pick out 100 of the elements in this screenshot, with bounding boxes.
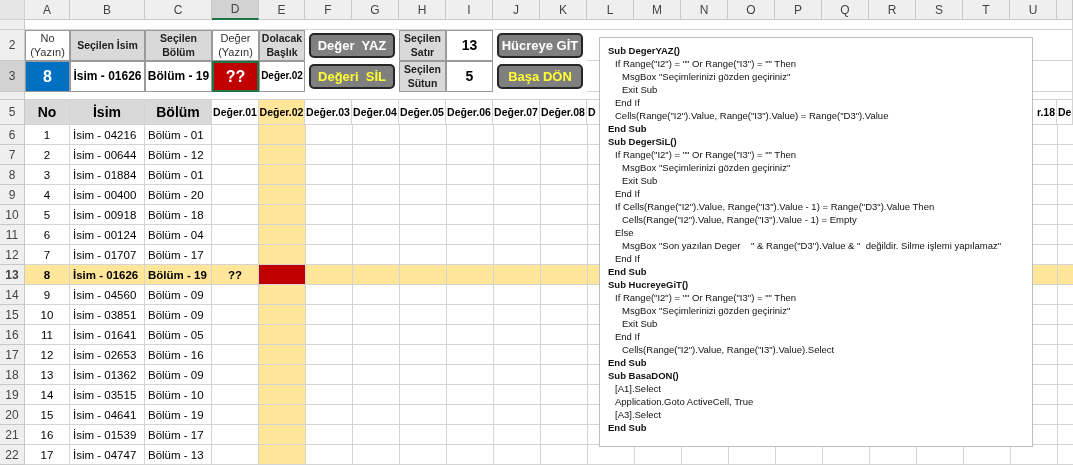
highlight-cell [400, 265, 447, 285]
macro-button[interactable]: Değeri SİL [309, 64, 395, 89]
empty-cell [400, 345, 447, 365]
highlight-cell [259, 345, 306, 365]
column-header[interactable]: G [352, 0, 399, 20]
table-cell: 8 [25, 265, 70, 285]
code-line: If Cells(Range("I2").Value, Range("I3").Value - 1) = Range("D3").Value Then [614, 200, 936, 213]
row-header[interactable]: 5 [0, 100, 25, 125]
empty-cell [400, 365, 447, 385]
code-line: End If [614, 330, 641, 343]
empty-cell [353, 385, 400, 405]
column-header[interactable]: A [25, 0, 70, 20]
table-cell: İsim - 04641 [70, 405, 145, 425]
row-header[interactable]: 14 [0, 285, 25, 305]
empty-cell [400, 185, 447, 205]
column-header[interactable]: M [634, 0, 681, 20]
column-header[interactable]: J [493, 0, 540, 20]
row-header[interactable] [0, 20, 25, 30]
column-header[interactable]: H [399, 0, 446, 20]
column-header[interactable]: K [540, 0, 587, 20]
table-cell: Bölüm - 01 [145, 125, 212, 145]
table-cell: İsim - 01641 [70, 325, 145, 345]
empty-cell [400, 425, 447, 445]
empty-cell [494, 205, 541, 225]
column-header[interactable]: D [212, 0, 259, 20]
row-header[interactable]: 15 [0, 305, 25, 325]
row-header[interactable]: 13 [0, 265, 25, 285]
empty-cell [353, 445, 400, 465]
row-header[interactable]: 10 [0, 205, 25, 225]
column-header[interactable]: R [869, 0, 916, 20]
table-cell: İsim - 03515 [70, 385, 145, 405]
highlight-cell [259, 125, 306, 145]
column-header[interactable]: T [963, 0, 1010, 20]
column-header[interactable]: F [305, 0, 352, 20]
macro-button[interactable]: Başa DÖN [497, 64, 583, 89]
column-header[interactable]: I [446, 0, 493, 20]
column-header[interactable]: Q [822, 0, 869, 20]
table-cell: Bölüm - 17 [145, 425, 212, 445]
column-header[interactable]: E [259, 0, 305, 20]
row-header[interactable]: 19 [0, 385, 25, 405]
row-header[interactable]: 7 [0, 145, 25, 165]
column-header[interactable]: C [145, 0, 212, 20]
table-cell: İsim - 00644 [70, 145, 145, 165]
row-header[interactable]: 8 [0, 165, 25, 185]
field-label: Değer (Yazın) [212, 30, 259, 61]
row-header[interactable]: 12 [0, 245, 25, 265]
input-field[interactable]: ?? [212, 61, 259, 92]
code-line: If Range("I2") = "" Or Range("I3") = "" Then [614, 57, 797, 70]
macro-button[interactable]: Değer YAZ [309, 33, 395, 58]
empty-cell [447, 205, 494, 225]
table-cell: ?? [212, 265, 259, 285]
table-cell: Bölüm - 19 [145, 405, 212, 425]
table-cell: 6 [25, 225, 70, 245]
empty-cell [353, 345, 400, 365]
row-header[interactable]: 11 [0, 225, 25, 245]
column-header[interactable]: O [728, 0, 775, 20]
row-header[interactable]: 20 [0, 405, 25, 425]
select-all-corner[interactable] [0, 0, 25, 20]
row-header[interactable]: 3 [0, 61, 25, 92]
row-header[interactable]: 18 [0, 365, 25, 385]
row-header[interactable]: 16 [0, 325, 25, 345]
row-header[interactable]: 6 [0, 125, 25, 145]
column-header[interactable]: S [916, 0, 963, 20]
empty-cell [541, 445, 588, 465]
row-header[interactable]: 22 [0, 445, 25, 465]
empty-cell [353, 185, 400, 205]
empty-cell [494, 145, 541, 165]
empty-cell [494, 365, 541, 385]
column-title: Değer.02 [259, 100, 305, 125]
empty-cell [400, 445, 447, 465]
row-header[interactable]: 21 [0, 425, 25, 445]
empty-cell [400, 385, 447, 405]
column-header[interactable]: B [70, 0, 145, 20]
empty-cell [447, 305, 494, 325]
empty-cell [447, 185, 494, 205]
empty-cell [494, 385, 541, 405]
highlight-cell [259, 185, 306, 205]
column-header[interactable]: P [775, 0, 822, 20]
highlight-cell [1058, 265, 1073, 285]
column-header[interactable] [1057, 0, 1073, 20]
empty-cell [400, 305, 447, 325]
macro-button[interactable]: Hücreye GİT [497, 33, 583, 58]
input-field[interactable]: 8 [25, 61, 70, 92]
table-cell: Bölüm - 01 [145, 165, 212, 185]
row-header[interactable]: 17 [0, 345, 25, 365]
row-header[interactable]: 9 [0, 185, 25, 205]
column-header[interactable]: N [681, 0, 728, 20]
field-label: No (Yazın) [25, 30, 70, 61]
column-header[interactable]: U [1010, 0, 1057, 20]
table-cell: 17 [25, 445, 70, 465]
column-header[interactable]: L [587, 0, 634, 20]
field-label: Seçilen Sütun [399, 61, 446, 92]
table-cell: Bölüm - 20 [145, 185, 212, 205]
empty-cell [400, 145, 447, 165]
code-line: MsgBox "Son yazılan Deger " & Range("D3").Value & " değildir. Silme işlemi yapılamaz" [621, 239, 1003, 252]
row-header[interactable] [0, 92, 25, 100]
code-line: Exit Sub [621, 317, 659, 330]
table-cell: Bölüm - 09 [145, 285, 212, 305]
empty-cell [447, 125, 494, 145]
row-header[interactable]: 2 [0, 30, 25, 61]
